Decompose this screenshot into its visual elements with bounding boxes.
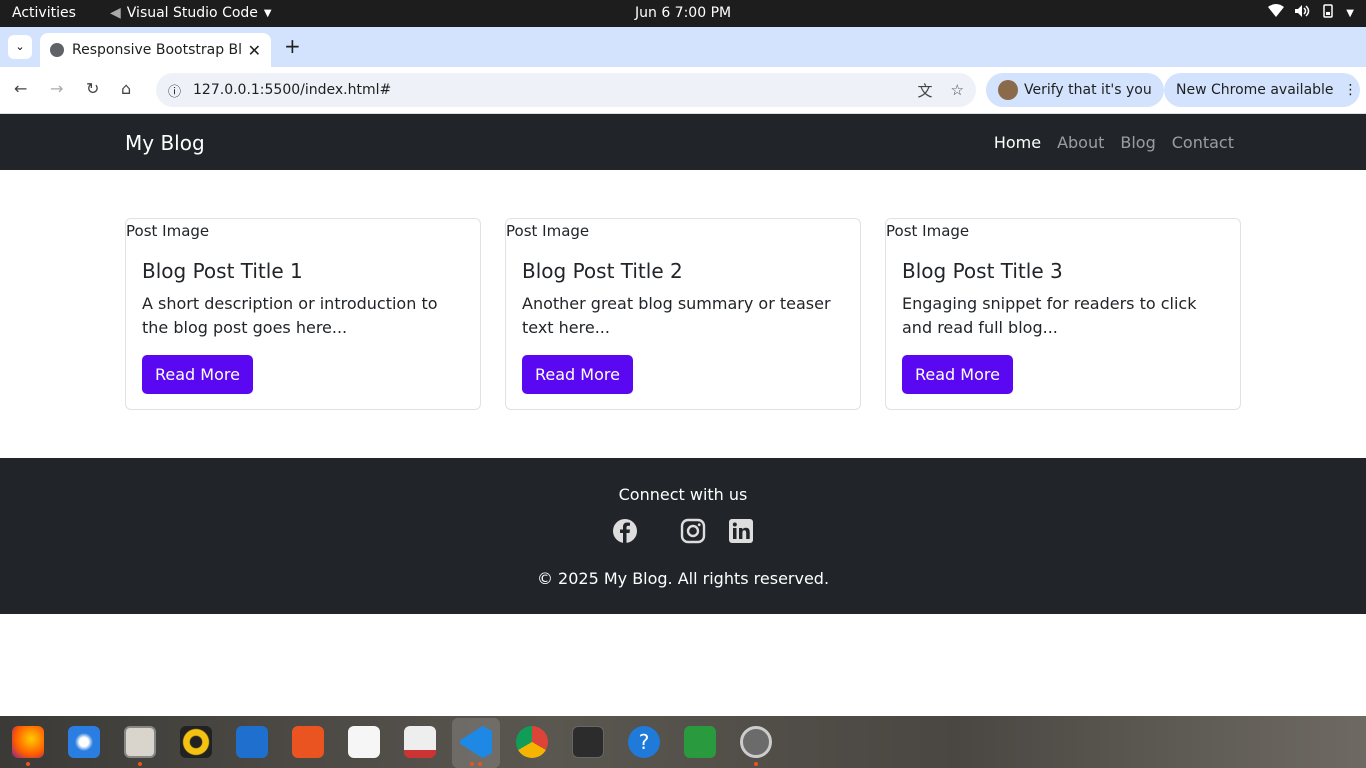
card-text: Engaging snippet for readers to click an… [902, 294, 1197, 337]
read-more-button[interactable]: Read More [142, 355, 253, 394]
globe-icon [50, 43, 64, 57]
post-image-broken: Post Image [126, 222, 210, 240]
nav-link-contact[interactable]: Contact [1172, 133, 1234, 152]
chevron-down-icon: ▼ [1346, 7, 1354, 19]
nav-menu: Home About Blog Contact [994, 133, 1234, 152]
instagram-icon[interactable] [680, 518, 706, 544]
rhythmbox-icon[interactable] [180, 726, 212, 758]
post-image-broken: Post Image [506, 222, 590, 240]
nav-link-home[interactable]: Home [994, 133, 1041, 152]
tab-title: Responsive Bootstrap Bl [72, 42, 242, 58]
running-indicator [470, 762, 474, 766]
facebook-icon[interactable] [612, 518, 638, 544]
card-text: A short description or introduction to t… [142, 294, 438, 337]
update-label: New Chrome available [1176, 82, 1334, 98]
help-icon[interactable]: ? [628, 726, 660, 758]
site-brand[interactable]: My Blog [125, 131, 205, 155]
blog-card: Post Image Blog Post Title 3 Engaging sn… [885, 218, 1241, 410]
card-title: Blog Post Title 1 [142, 259, 303, 283]
app-menu-label: Visual Studio Code [126, 5, 258, 21]
social-links [612, 518, 756, 544]
system-top-bar: Activities ◀ Visual Studio Code ▼ Jun 6 … [0, 0, 1366, 27]
footer-copyright: © 2025 My Blog. All rights reserved. [536, 569, 830, 588]
read-more-button[interactable]: Read More [902, 355, 1013, 394]
calc-icon[interactable] [684, 726, 716, 758]
terminal-icon[interactable] [572, 726, 604, 758]
back-arrow-icon[interactable]: ← [14, 79, 27, 98]
text-editor-icon[interactable] [348, 726, 380, 758]
avatar [998, 80, 1018, 100]
card-title: Blog Post Title 2 [522, 259, 683, 283]
vscode-small-icon: ◀ [110, 5, 121, 21]
url-text: 127.0.0.1:5500/index.html# [193, 82, 392, 98]
chrome-icon[interactable] [516, 726, 548, 758]
settings-icon[interactable] [740, 726, 772, 758]
address-bar[interactable]: ⓘ 127.0.0.1:5500/index.html# 文 ☆ [156, 73, 976, 107]
site-info-icon[interactable]: ⓘ [168, 81, 181, 100]
firefox-icon[interactable] [12, 726, 44, 758]
running-indicator [478, 762, 482, 766]
volume-icon [1294, 4, 1310, 22]
activities-button[interactable]: Activities [12, 5, 76, 21]
read-more-button[interactable]: Read More [522, 355, 633, 394]
running-indicator [754, 762, 758, 766]
system-tray[interactable]: ▼ [1268, 4, 1354, 22]
writer-icon[interactable] [236, 726, 268, 758]
chrome-update-button[interactable]: New Chrome available ⋮ [1164, 73, 1360, 107]
post-image-broken: Post Image [886, 222, 970, 240]
verify-label: Verify that it's you [1024, 82, 1152, 98]
linkedin-icon[interactable] [728, 518, 754, 544]
nav-link-blog[interactable]: Blog [1120, 133, 1155, 152]
forward-arrow-icon[interactable]: → [50, 79, 63, 98]
verify-identity-button[interactable]: Verify that it's you [986, 73, 1164, 107]
running-indicator [26, 762, 30, 766]
close-tab-icon[interactable]: ✕ [248, 41, 261, 60]
toolbar: ← → ↻ ⌂ ⓘ 127.0.0.1:5500/index.html# 文 ☆… [0, 67, 1366, 114]
site-footer: Connect with us © 2025 My Blog. All righ… [0, 458, 1366, 614]
footer-connect-text: Connect with us [618, 485, 748, 504]
files-icon[interactable] [124, 726, 156, 758]
app-menu[interactable]: ◀ Visual Studio Code ▼ [110, 5, 272, 21]
home-icon[interactable]: ⌂ [121, 79, 131, 98]
blog-card: Post Image Blog Post Title 1 A short des… [125, 218, 481, 410]
new-tab-button[interactable]: + [284, 34, 301, 58]
active-tab[interactable]: Responsive Bootstrap Bl ✕ [40, 33, 271, 67]
thunderbird-icon[interactable] [68, 726, 100, 758]
tab-search-button[interactable]: ⌄ [8, 35, 32, 59]
battery-icon [1320, 4, 1336, 22]
clock[interactable]: Jun 6 7:00 PM [635, 5, 731, 21]
card-title: Blog Post Title 3 [902, 259, 1063, 283]
translate-icon[interactable]: 文 [918, 80, 933, 101]
nav-link-about[interactable]: About [1057, 133, 1104, 152]
chevron-down-icon: ▼ [263, 7, 272, 19]
taskbar-dock: ? [0, 716, 1366, 768]
reload-icon[interactable]: ↻ [86, 79, 99, 98]
kebab-menu-icon[interactable]: ⋮ [1344, 82, 1358, 98]
card-text: Another great blog summary or teaser tex… [522, 294, 831, 337]
app-center-icon[interactable] [292, 726, 324, 758]
document-viewer-icon[interactable] [404, 726, 436, 758]
tab-strip: ⌄ Responsive Bootstrap Bl ✕ + [0, 27, 1366, 67]
bookmark-star-icon[interactable]: ☆ [951, 81, 964, 99]
site-navbar: My Blog Home About Blog Contact [0, 114, 1366, 170]
wifi-icon [1268, 4, 1285, 22]
running-indicator [138, 762, 142, 766]
blog-card: Post Image Blog Post Title 2 Another gre… [505, 218, 861, 410]
